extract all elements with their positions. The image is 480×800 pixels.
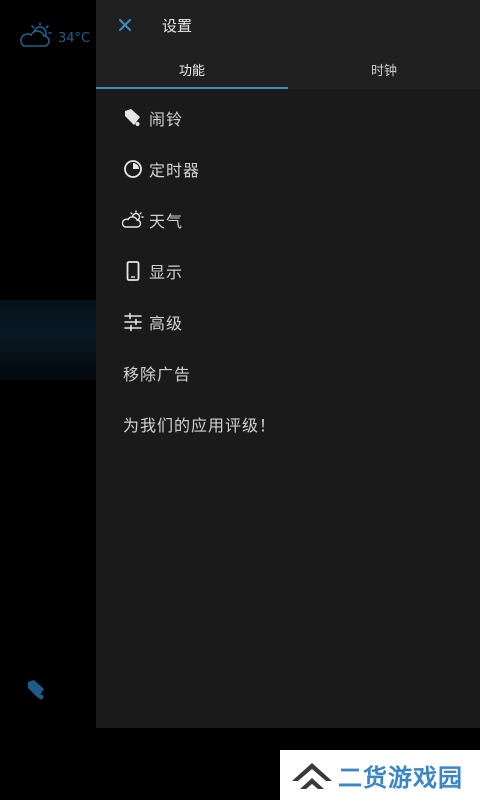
menu-item-remove-ads[interactable]: 移除广告 [96, 347, 480, 398]
watermark-logo-icon [288, 755, 336, 795]
watermark-text: 二货游戏园 [338, 763, 463, 792]
menu-item-timer[interactable]: 定时器 [96, 143, 480, 194]
sliders-icon [122, 311, 144, 333]
menu-item-rate-app[interactable]: 为我们的应用评级！ [96, 398, 480, 449]
watermark: 二货游戏园 [280, 750, 480, 800]
menu-item-advanced[interactable]: 高级 [96, 296, 480, 347]
background-image-fragment [0, 300, 110, 380]
menu-item-label: 天气 [149, 211, 184, 231]
tab-features[interactable]: 功能 [96, 50, 288, 89]
alarm-bell-icon [122, 107, 144, 129]
phone-display-icon [122, 260, 144, 282]
close-button[interactable] [116, 16, 134, 34]
settings-drawer: 设置 功能 时钟 闹铃 定时器 天气 显示 高级 移除广告 为我们的应用评级！ [96, 0, 480, 728]
background-temperature: 34°C [58, 30, 91, 46]
settings-menu: 闹铃 定时器 天气 显示 高级 移除广告 为我们的应用评级！ [96, 89, 480, 449]
drawer-title: 设置 [162, 16, 193, 35]
menu-item-alarm[interactable]: 闹铃 [96, 92, 480, 143]
menu-item-label: 显示 [149, 262, 184, 282]
tab-bar: 功能 时钟 [96, 50, 480, 89]
menu-item-label: 定时器 [149, 160, 201, 180]
menu-item-label: 高级 [149, 313, 184, 333]
drawer-header: 设置 [96, 0, 480, 50]
background-weather: 34°C [18, 22, 90, 54]
weather-icon [122, 209, 144, 231]
background-alarm-icon[interactable] [24, 678, 48, 706]
menu-item-display[interactable]: 显示 [96, 245, 480, 296]
menu-item-label: 闹铃 [149, 109, 184, 129]
close-icon [119, 19, 131, 31]
menu-item-label: 为我们的应用评级！ [123, 415, 277, 435]
tab-clock[interactable]: 时钟 [288, 50, 480, 89]
cloudy-sun-icon [18, 22, 54, 54]
menu-item-weather[interactable]: 天气 [96, 194, 480, 245]
timer-icon [122, 158, 144, 180]
menu-item-label: 移除广告 [123, 364, 192, 384]
